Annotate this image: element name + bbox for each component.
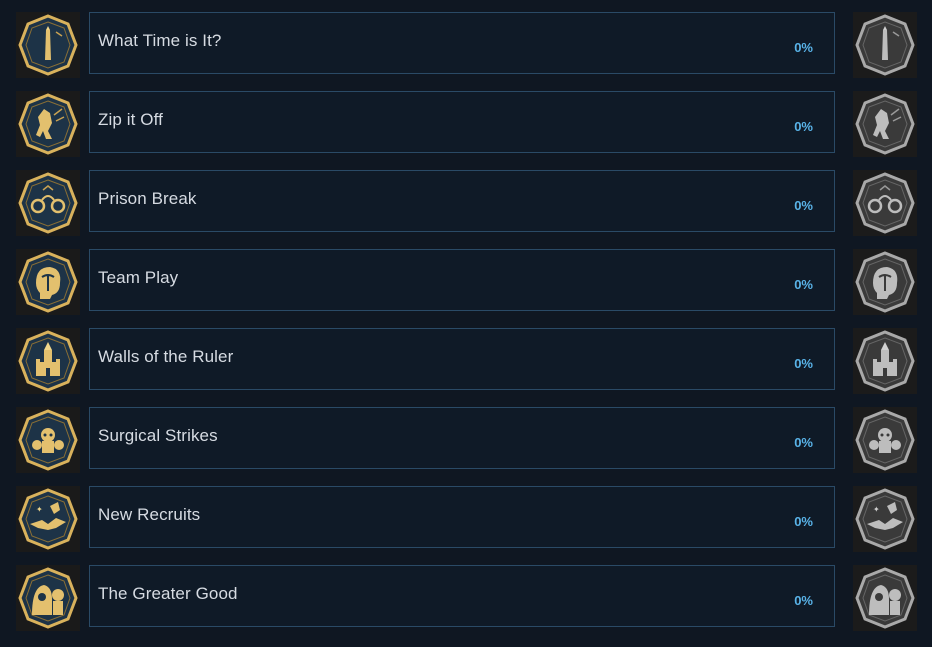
achievement-icon-unlocked	[16, 12, 80, 78]
achievement-icon-unlocked	[16, 328, 80, 394]
shackles-icon	[855, 172, 915, 234]
achievement-icon-unlocked	[16, 91, 80, 157]
achievement-icon-locked	[853, 170, 917, 236]
achievement-percent: 0%	[794, 593, 813, 608]
skulls-icon	[855, 409, 915, 471]
achievement-panel: New Recruits 0%	[89, 486, 835, 548]
achievement-list: What Time is It? 0% Zip it Off 0% Prison…	[0, 0, 932, 647]
achievement-name: New Recruits	[98, 505, 201, 524]
achievement-row: Team Play 0%	[0, 249, 932, 319]
achievement-name: Surgical Strikes	[98, 426, 218, 445]
achievement-percent: 0%	[794, 40, 813, 55]
achievement-row: ✦ New Recruits 0% ✦	[0, 486, 932, 556]
handshake-icon: ✦	[18, 488, 78, 550]
leaping-assassin-icon	[855, 93, 915, 155]
achievement-percent: 0%	[794, 119, 813, 134]
hooded-figures-icon	[18, 567, 78, 629]
achievement-percent: 0%	[794, 435, 813, 450]
achievement-icon-locked	[853, 12, 917, 78]
handshake-icon: ✦	[855, 488, 915, 550]
achievement-icon-locked	[853, 249, 917, 315]
castle-icon	[18, 330, 78, 392]
leaping-assassin-icon	[18, 93, 78, 155]
achievement-name: Prison Break	[98, 189, 197, 208]
achievement-icon-locked	[853, 328, 917, 394]
achievement-icon-unlocked	[16, 565, 80, 631]
shackles-icon	[18, 172, 78, 234]
achievement-name: Walls of the Ruler	[98, 347, 234, 366]
svg-text:✦: ✦	[873, 505, 880, 514]
achievement-icon-locked	[853, 565, 917, 631]
obelisk-icon	[18, 14, 78, 76]
achievement-panel: Zip it Off 0%	[89, 91, 835, 153]
achievement-percent: 0%	[794, 198, 813, 213]
achievement-row: Zip it Off 0%	[0, 91, 932, 161]
achievement-icon-locked: ✦	[853, 486, 917, 552]
achievement-row: Surgical Strikes 0%	[0, 407, 932, 477]
achievement-name: What Time is It?	[98, 31, 222, 50]
achievement-icon-locked	[853, 91, 917, 157]
obelisk-icon	[855, 14, 915, 76]
achievement-name: Team Play	[98, 268, 179, 287]
achievement-panel: Surgical Strikes 0%	[89, 407, 835, 469]
achievement-panel: Walls of the Ruler 0%	[89, 328, 835, 390]
achievement-name: The Greater Good	[98, 584, 238, 603]
head-palm-icon	[855, 251, 915, 313]
achievement-panel: Team Play 0%	[89, 249, 835, 311]
achievement-percent: 0%	[794, 356, 813, 371]
castle-icon	[855, 330, 915, 392]
hooded-figures-icon	[855, 567, 915, 629]
achievement-icon-unlocked	[16, 249, 80, 315]
achievement-name: Zip it Off	[98, 110, 163, 129]
achievement-icon-unlocked	[16, 170, 80, 236]
achievement-panel: Prison Break 0%	[89, 170, 835, 232]
achievement-row: Walls of the Ruler 0%	[0, 328, 932, 398]
skulls-icon	[18, 409, 78, 471]
achievement-icon-unlocked: ✦	[16, 486, 80, 552]
achievement-percent: 0%	[794, 277, 813, 292]
achievement-icon-unlocked	[16, 407, 80, 473]
achievement-icon-locked	[853, 407, 917, 473]
head-palm-icon	[18, 251, 78, 313]
achievement-row: Prison Break 0%	[0, 170, 932, 240]
achievement-row: What Time is It? 0%	[0, 12, 932, 82]
achievement-panel: What Time is It? 0%	[89, 12, 835, 74]
achievement-row: The Greater Good 0%	[0, 565, 932, 635]
svg-text:✦: ✦	[36, 505, 43, 514]
achievement-panel: The Greater Good 0%	[89, 565, 835, 627]
achievement-percent: 0%	[794, 514, 813, 529]
